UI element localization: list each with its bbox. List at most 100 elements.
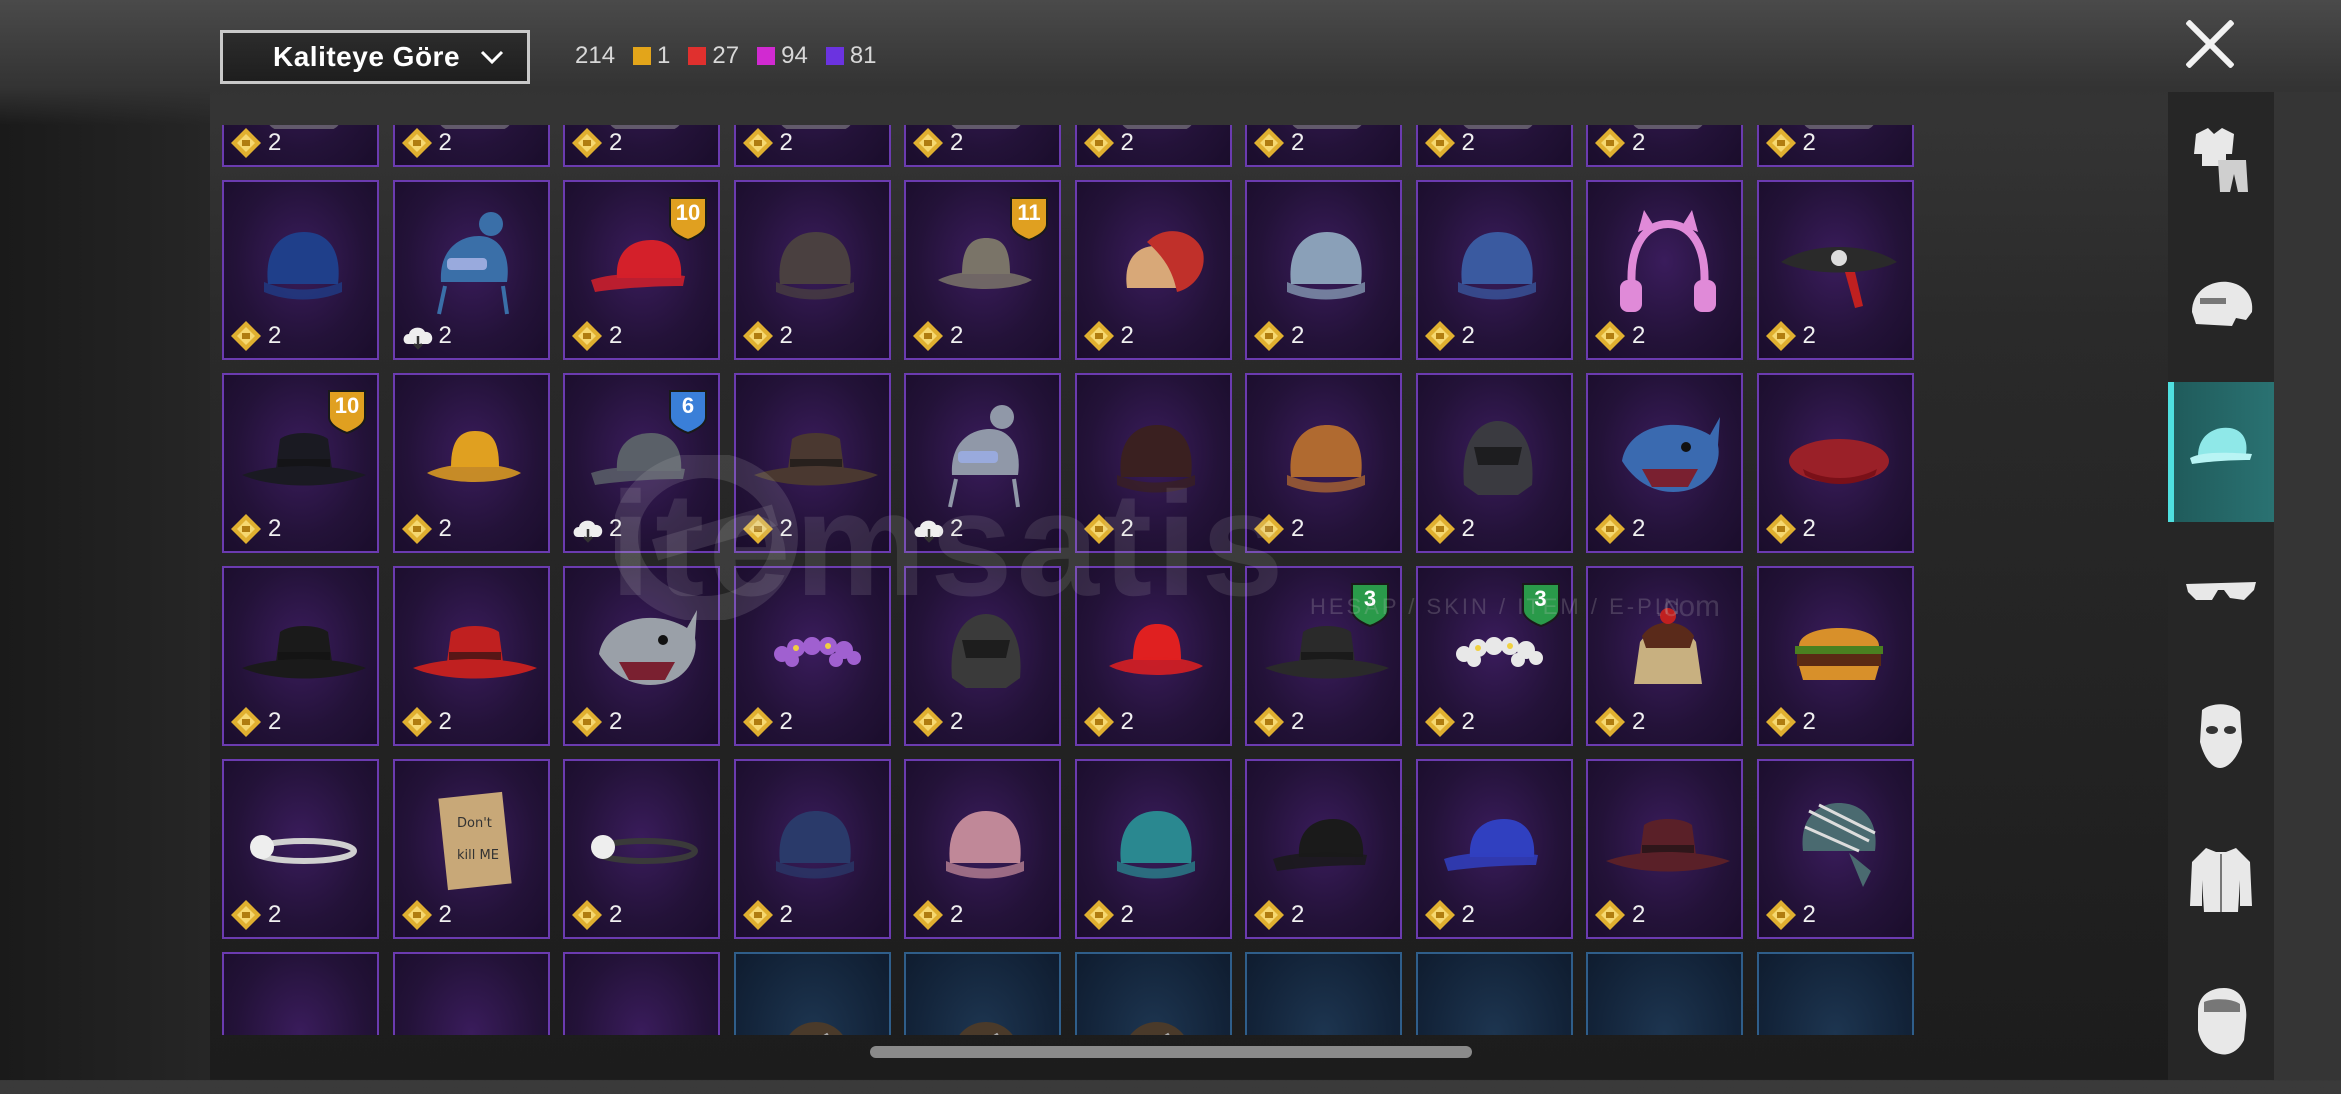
inventory-item-card[interactable]: 2 xyxy=(1245,373,1402,553)
cap-icon xyxy=(2190,427,2252,464)
category-helmet[interactable] xyxy=(2168,240,2274,380)
swatch-rare xyxy=(825,47,844,65)
inventory-item-card[interactable]: 11 2 xyxy=(904,180,1061,360)
inventory-item-card[interactable]: 2 xyxy=(1074,125,1232,167)
inventory-item-card[interactable] xyxy=(392,952,550,1035)
inventory-item-card[interactable]: 32 xyxy=(1245,566,1402,746)
inventory-item-card[interactable]: 2 xyxy=(904,125,1061,167)
currency-coin-icon xyxy=(1424,900,1455,930)
inventory-item-card[interactable]: 2 xyxy=(222,125,379,167)
item-quantity: 2 xyxy=(438,515,452,542)
item-quantity: 2 xyxy=(950,322,964,349)
inventory-item-card[interactable] xyxy=(1245,952,1402,1035)
inventory-item-card[interactable]: 2 xyxy=(1415,180,1573,360)
inventory-item-card[interactable]: 2 xyxy=(392,566,550,746)
currency-coin-icon xyxy=(1424,707,1455,737)
inventory-item-card[interactable]: Don't kill ME 2 xyxy=(392,759,550,939)
currency-coin-icon xyxy=(1424,514,1455,544)
bandana-icon xyxy=(1801,803,1876,887)
inventory-item-card[interactable]: 2 xyxy=(392,180,550,360)
currency-coin-icon xyxy=(231,321,261,351)
inventory-item-card[interactable]: 2 xyxy=(1245,180,1402,360)
count-legendary: 1 xyxy=(633,42,670,70)
inventory-item-card[interactable]: 2 xyxy=(904,566,1061,746)
inventory-item-card[interactable]: 2 xyxy=(392,125,550,167)
currency-coin-icon xyxy=(742,900,773,930)
inventory-grid-viewport[interactable]: 2 2 2 2 2 2 2 2 2 2 2 2 10 2 2 11 2 2 2 2 2 2 10 2 2 6 2 2 2 2 2 2 2 2 2 2 2… xyxy=(222,125,1914,1035)
inventory-item-card[interactable]: 2 xyxy=(1756,759,1914,939)
currency-coin-icon xyxy=(401,900,432,930)
headband-icon xyxy=(591,835,698,864)
inventory-item-card[interactable]: 2 xyxy=(733,125,891,167)
inventory-item-card[interactable]: 2 xyxy=(1586,759,1743,939)
category-face[interactable] xyxy=(2168,954,2274,1094)
category-sidebar-edge xyxy=(2274,92,2341,1080)
inventory-item-card[interactable]: 2 xyxy=(733,759,891,939)
inventory-item-card[interactable] xyxy=(1415,952,1573,1035)
inventory-item-card[interactable]: 10 2 xyxy=(563,180,720,360)
inventory-item-card[interactable]: 2 xyxy=(904,373,1061,553)
currency-coin-icon xyxy=(572,707,602,737)
inventory-item-card[interactable] xyxy=(1586,952,1743,1035)
horizontal-scrollbar[interactable] xyxy=(870,1046,1472,1058)
currency-coin-icon xyxy=(1254,514,1284,544)
inventory-item-card[interactable]: 2 xyxy=(1586,180,1743,360)
inventory-item-card[interactable]: 2 xyxy=(1756,180,1914,360)
currency-coin-icon xyxy=(572,900,602,930)
inventory-item-card[interactable]: 2 xyxy=(1415,759,1573,939)
item-quantity: 2 xyxy=(1632,515,1646,542)
inventory-item-card[interactable]: 2 xyxy=(1074,566,1232,746)
currency-coin-icon xyxy=(1595,514,1625,544)
inventory-item-card[interactable]: 2 xyxy=(1756,373,1914,553)
inventory-item-card[interactable]: 2 xyxy=(1586,373,1743,553)
inventory-item-card[interactable]: 2 xyxy=(1756,125,1914,167)
category-mask[interactable] xyxy=(2168,668,2274,808)
partial-icon xyxy=(1759,974,1914,1035)
currency-coin-icon xyxy=(1595,900,1625,930)
category-outfit[interactable] xyxy=(2168,92,2274,232)
inventory-item-card[interactable]: 10 2 xyxy=(222,373,379,553)
item-quantity: 2 xyxy=(950,129,964,156)
inventory-item-card[interactable]: 2 xyxy=(1074,180,1232,360)
beanie-icon xyxy=(1457,232,1536,300)
partial-icon xyxy=(1418,974,1573,1035)
category-hat[interactable] xyxy=(2168,382,2274,522)
inventory-item-card[interactable]: 2 xyxy=(563,125,720,167)
inventory-item-card[interactable] xyxy=(222,952,379,1035)
currency-coin-icon xyxy=(1424,321,1455,351)
category-jacket[interactable] xyxy=(2168,812,2274,952)
inventory-item-card[interactable]: 2 xyxy=(563,759,720,939)
inventory-item-card[interactable]: 2 xyxy=(1245,125,1402,167)
currency-coin-icon xyxy=(572,321,602,351)
inventory-item-card[interactable]: 2 xyxy=(1586,125,1743,167)
inventory-item-card[interactable]: 2 xyxy=(1074,373,1232,553)
inventory-item-card[interactable] xyxy=(733,952,891,1035)
inventory-item-card[interactable] xyxy=(1756,952,1914,1035)
inventory-item-card[interactable]: 2 xyxy=(1074,759,1232,939)
beanie-icon xyxy=(946,811,1024,879)
inventory-item-card[interactable]: 2 xyxy=(1245,759,1402,939)
inventory-item-card[interactable]: 2 xyxy=(222,566,379,746)
inventory-item-card[interactable]: 2 xyxy=(1415,125,1573,167)
item-quantity: 2 xyxy=(779,322,793,349)
inventory-item-card[interactable] xyxy=(563,952,720,1035)
inventory-item-card[interactable]: 32 xyxy=(1415,566,1573,746)
svg-text:kill ME: kill ME xyxy=(457,848,499,863)
inventory-item-card[interactable]: 2 xyxy=(222,180,379,360)
inventory-item-card[interactable]: 2 xyxy=(222,759,379,939)
face-icon xyxy=(2198,988,2247,1055)
close-button[interactable] xyxy=(2180,14,2240,74)
item-quantity: 2 xyxy=(779,708,793,735)
inventory-item-card[interactable]: 2 xyxy=(733,180,891,360)
inventory-item-card[interactable] xyxy=(1074,952,1232,1035)
inventory-item-card[interactable]: 2 xyxy=(1756,566,1914,746)
inventory-item-card[interactable]: 2 xyxy=(904,759,1061,939)
inventory-item-card[interactable]: 2 xyxy=(1415,373,1573,553)
category-glasses[interactable] xyxy=(2168,526,2274,666)
inventory-item-card[interactable]: 2 xyxy=(392,373,550,553)
hair-icon xyxy=(1129,1022,1184,1035)
sort-dropdown[interactable]: Kaliteye Göre xyxy=(220,30,530,84)
currency-coin-icon xyxy=(231,514,261,544)
inventory-item-card[interactable] xyxy=(904,952,1061,1035)
partial-icon xyxy=(395,974,550,1035)
